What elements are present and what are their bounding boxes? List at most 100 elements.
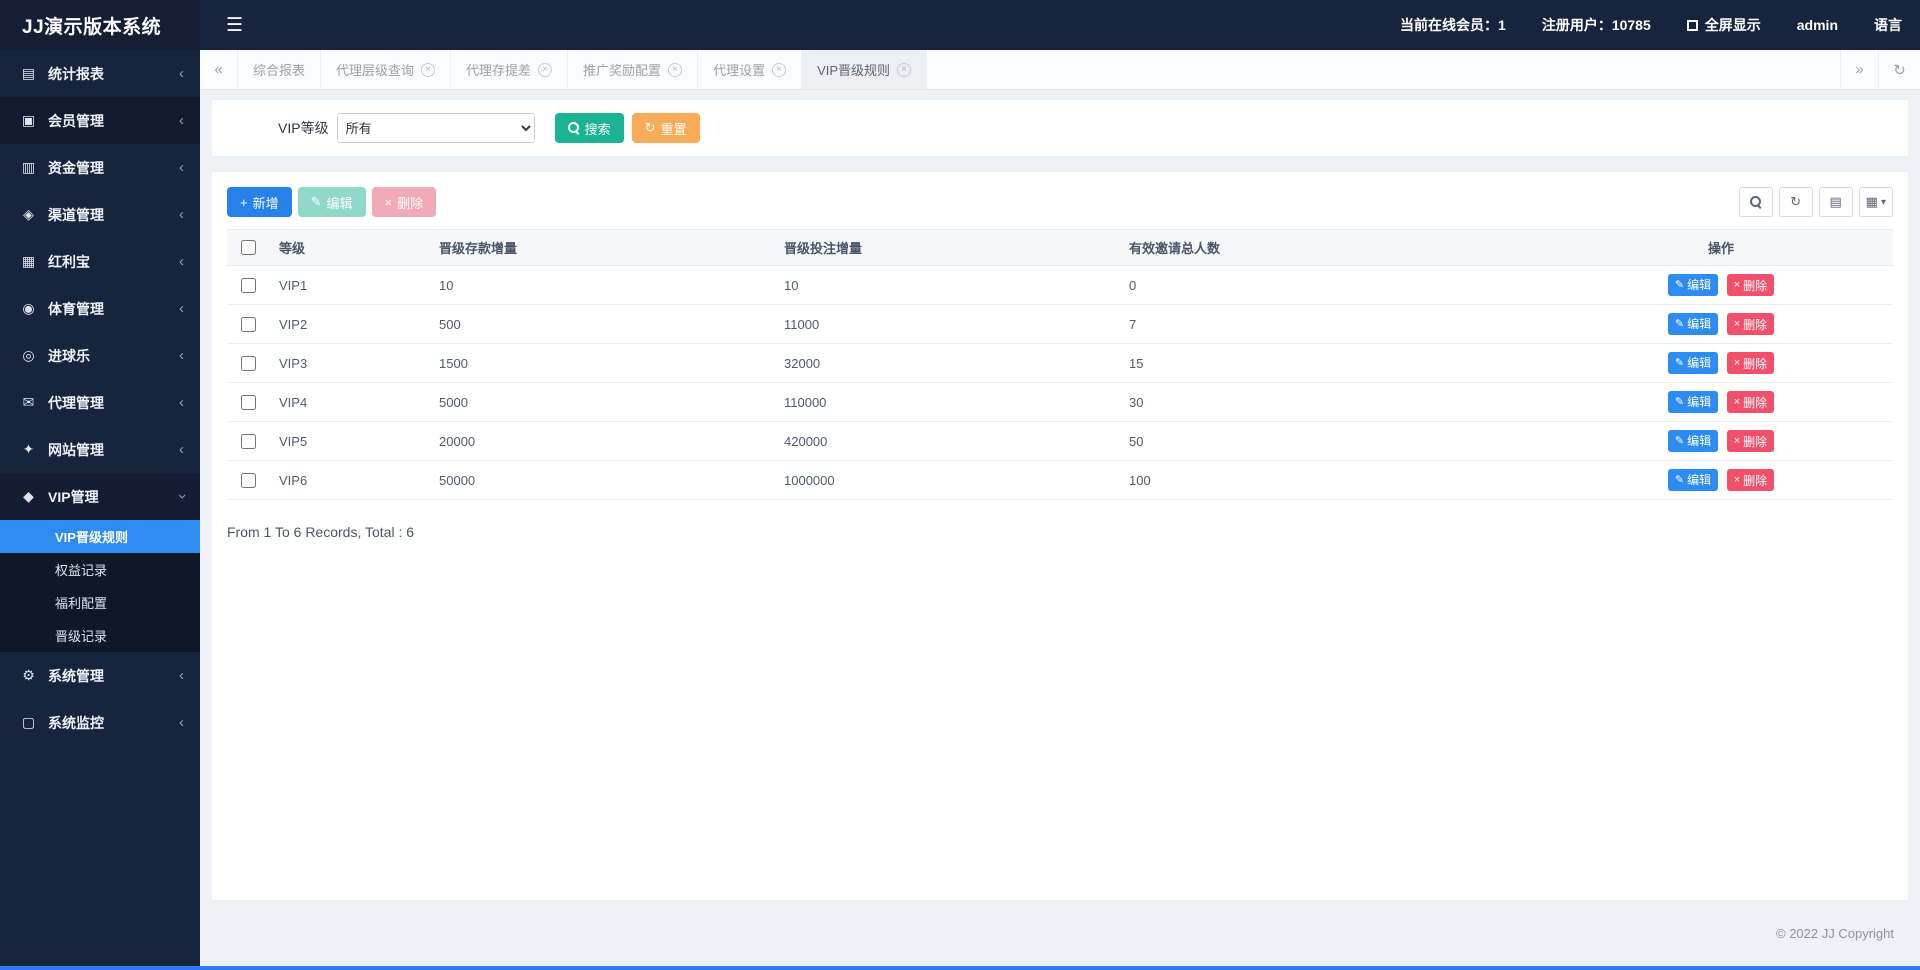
close-tab-icon[interactable]: ×: [421, 63, 435, 77]
table-search-button[interactable]: [1739, 187, 1773, 217]
row-checkbox[interactable]: [241, 473, 256, 488]
row-checkbox[interactable]: [241, 278, 256, 293]
row-checkbox[interactable]: [241, 317, 256, 332]
funds-icon: ▥: [20, 159, 37, 176]
caret-down-icon: ▾: [1881, 197, 1886, 208]
table-refresh-button[interactable]: ↻: [1779, 187, 1813, 217]
close-tab-icon[interactable]: ×: [897, 63, 911, 77]
reset-button[interactable]: ↻ 重置: [632, 113, 700, 143]
sidebar-item-system[interactable]: ⚙ 系统管理 ‹: [0, 652, 200, 699]
edit-pencil-icon: ✎: [1675, 278, 1684, 291]
chevron-left-icon: ‹: [179, 667, 184, 684]
close-tab-icon[interactable]: ×: [772, 63, 786, 77]
vip-level-select[interactable]: 所有: [337, 113, 535, 143]
topbar-right: 当前在线会员：1 注册用户：10785 全屏显示 admin 语言: [1400, 15, 1920, 35]
sidebar-item-sports[interactable]: ◉ 体育管理 ‹: [0, 285, 200, 332]
sidebar-subitem-welfare-config[interactable]: 福利配置: [0, 586, 200, 619]
row-delete-button[interactable]: ×删除: [1727, 352, 1774, 374]
tabs-scroll-right-button[interactable]: »: [1840, 50, 1878, 89]
tab-label: 推广奖励配置: [583, 60, 661, 79]
search-button[interactable]: 搜索: [555, 113, 624, 143]
refresh-icon: ↻: [1790, 194, 1801, 210]
close-tab-icon[interactable]: ×: [668, 63, 682, 77]
add-button[interactable]: + 新增: [227, 187, 292, 217]
sidebar-subitem-vip-rules[interactable]: VIP晋级规则: [0, 520, 200, 553]
horizontal-scrollbar[interactable]: [0, 966, 1920, 970]
language-menu[interactable]: 语言: [1874, 15, 1902, 35]
app-logo: JJ演示版本系统: [0, 0, 200, 50]
columns-grid-icon: ▦: [1866, 194, 1878, 210]
row-delete-button[interactable]: ×删除: [1727, 391, 1774, 413]
toolbar-left: + 新增 ✎ 编辑 × 删除: [227, 187, 436, 217]
table-columns-button[interactable]: ▦ ▾: [1859, 187, 1893, 217]
sidebar-item-monitor[interactable]: ▢ 系统监控 ‹: [0, 699, 200, 746]
col-invites: 有效邀请总人数: [1119, 230, 1549, 266]
bonus-icon: ▦: [20, 253, 37, 270]
level-cell: VIP6: [269, 461, 429, 500]
user-menu[interactable]: admin: [1797, 17, 1838, 33]
row-delete-button[interactable]: ×删除: [1727, 313, 1774, 335]
deposit-cell: 1500: [429, 344, 774, 383]
row-edit-button[interactable]: ✎编辑: [1668, 391, 1718, 413]
tabs-scroll-left-button[interactable]: «: [200, 50, 238, 89]
content-card: + 新增 ✎ 编辑 × 删除 ↻: [212, 172, 1908, 900]
select-all-checkbox[interactable]: [241, 240, 256, 255]
tab-vip-rules[interactable]: VIP晋级规则 ×: [802, 50, 927, 89]
table-export-button[interactable]: ▤: [1819, 187, 1853, 217]
sidebar-subitem-promotion-records[interactable]: 晋级记录: [0, 619, 200, 652]
system-gear-icon: ⚙: [20, 667, 37, 684]
invites-cell: 30: [1119, 383, 1549, 422]
sports-icon: ◉: [20, 300, 37, 317]
sidebar-item-label: VIP管理: [48, 487, 99, 507]
row-delete-button[interactable]: ×删除: [1727, 430, 1774, 452]
edit-button-disabled[interactable]: ✎ 编辑: [298, 187, 366, 217]
sidebar-item-vip[interactable]: ◆ VIP管理 ‹: [0, 473, 200, 520]
sidebar-item-goal[interactable]: ◎ 进球乐 ‹: [0, 332, 200, 379]
sidebar-toggle-icon[interactable]: ☰: [226, 14, 243, 37]
sidebar-item-label: 统计报表: [48, 64, 104, 84]
col-bet-increment: 晋级投注增量: [774, 230, 1119, 266]
fullscreen-button[interactable]: 全屏显示: [1687, 15, 1761, 35]
edit-pencil-icon: ✎: [311, 194, 322, 210]
tabs-refresh-button[interactable]: ↻: [1878, 50, 1920, 89]
sidebar-subitem-rights-records[interactable]: 权益记录: [0, 553, 200, 586]
tab-label: 代理设置: [713, 60, 765, 79]
row-edit-button[interactable]: ✎编辑: [1668, 469, 1718, 491]
tab-overview-report[interactable]: 综合报表: [238, 50, 321, 89]
deposit-cell: 50000: [429, 461, 774, 500]
sidebar-item-label: 红利宝: [48, 252, 90, 272]
row-edit-button[interactable]: ✎编辑: [1668, 274, 1718, 296]
tab-agent-settings[interactable]: 代理设置 ×: [698, 50, 802, 89]
edit-pencil-icon: ✎: [1675, 434, 1684, 447]
tab-bar: « 综合报表 代理层级查询 × 代理存提差 × 推广奖励配置 × 代理设置 × …: [200, 50, 1920, 90]
sidebar-item-website[interactable]: ✦ 网站管理 ‹: [0, 426, 200, 473]
chevron-left-icon: ‹: [179, 300, 184, 317]
sidebar-item-members[interactable]: ▣ 会员管理 ‹: [0, 97, 200, 144]
delete-x-icon: ×: [1734, 474, 1740, 486]
row-delete-button[interactable]: ×删除: [1727, 274, 1774, 296]
row-checkbox[interactable]: [241, 434, 256, 449]
tab-agent-deposit-diff[interactable]: 代理存提差 ×: [451, 50, 568, 89]
row-checkbox[interactable]: [241, 395, 256, 410]
vip-submenu: VIP晋级规则 权益记录 福利配置 晋级记录: [0, 520, 200, 652]
table-toolbar: + 新增 ✎ 编辑 × 删除 ↻: [227, 187, 1893, 217]
row-checkbox[interactable]: [241, 356, 256, 371]
sidebar-item-channels[interactable]: ◈ 渠道管理 ‹: [0, 191, 200, 238]
sidebar-item-agents[interactable]: ✉ 代理管理 ‹: [0, 379, 200, 426]
sidebar-item-bonus[interactable]: ▦ 红利宝 ‹: [0, 238, 200, 285]
table-row: VIP4 5000 110000 30 ✎编辑 ×删除: [227, 383, 1893, 422]
edit-pencil-icon: ✎: [1675, 356, 1684, 369]
agents-icon: ✉: [20, 394, 37, 411]
invites-cell: 50: [1119, 422, 1549, 461]
row-edit-button[interactable]: ✎编辑: [1668, 430, 1718, 452]
row-delete-button[interactable]: ×删除: [1727, 469, 1774, 491]
tab-agent-level-query[interactable]: 代理层级查询 ×: [321, 50, 451, 89]
sidebar-item-label: 网站管理: [48, 440, 104, 460]
delete-button-disabled[interactable]: × 删除: [372, 187, 437, 217]
sidebar-item-stats[interactable]: ▤ 统计报表 ‹: [0, 50, 200, 97]
row-edit-button[interactable]: ✎编辑: [1668, 313, 1718, 335]
sidebar-item-funds[interactable]: ▥ 资金管理 ‹: [0, 144, 200, 191]
tab-promo-reward-config[interactable]: 推广奖励配置 ×: [568, 50, 698, 89]
row-edit-button[interactable]: ✎编辑: [1668, 352, 1718, 374]
close-tab-icon[interactable]: ×: [538, 63, 552, 77]
